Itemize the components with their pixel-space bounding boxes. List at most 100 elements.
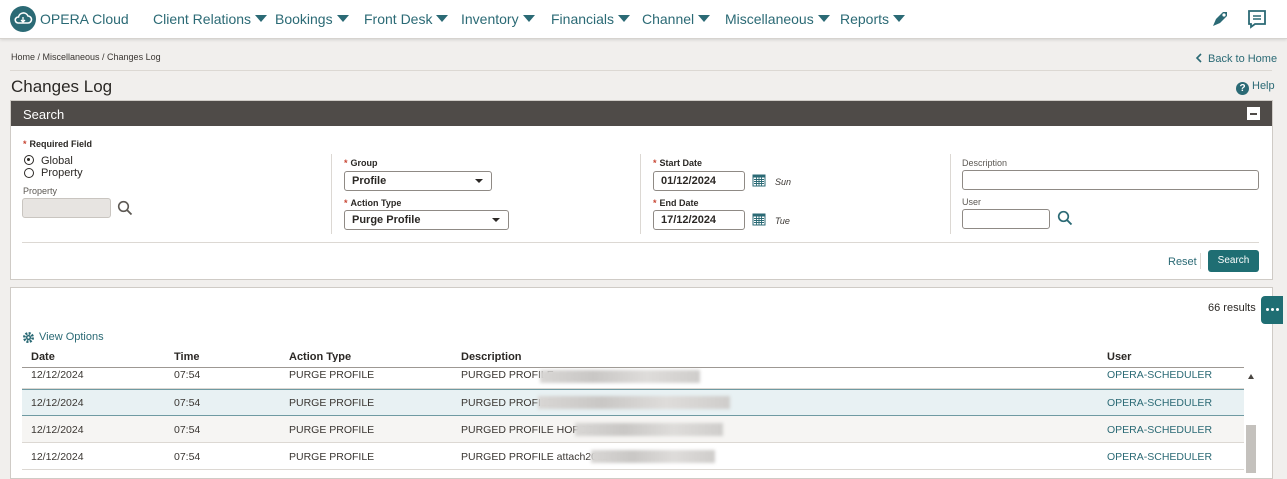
user-label: User bbox=[962, 197, 982, 207]
cell-action-type: PURGE PROFILE bbox=[289, 451, 375, 463]
calendar-icon[interactable] bbox=[752, 212, 766, 226]
end-date-input[interactable]: 17/12/2024 bbox=[653, 210, 745, 230]
divider bbox=[22, 242, 1259, 243]
menu-label: Channel bbox=[642, 11, 695, 27]
menu-miscellaneous[interactable]: Miscellaneous bbox=[725, 11, 830, 27]
divider bbox=[10, 70, 1272, 71]
help-link[interactable]: ? Help bbox=[1236, 80, 1275, 95]
search-button[interactable]: Search bbox=[1208, 250, 1259, 272]
group-label-text: Group bbox=[350, 158, 378, 168]
column-divider bbox=[640, 154, 641, 234]
cell-user[interactable]: OPERA-SCHEDULER bbox=[1107, 424, 1212, 436]
back-to-home-link[interactable]: Back to Home bbox=[1195, 53, 1277, 65]
property-input bbox=[22, 198, 111, 218]
menu-financials[interactable]: Financials bbox=[551, 11, 631, 27]
required-asterisk: * bbox=[653, 158, 657, 168]
redacted-text bbox=[591, 450, 715, 463]
cell-time: 07:54 bbox=[174, 451, 201, 463]
chevron-down-icon[interactable] bbox=[475, 179, 483, 183]
end-date-label: * End Date bbox=[653, 198, 699, 208]
cell-time: 07:54 bbox=[174, 369, 201, 381]
cloud-icon bbox=[14, 12, 33, 24]
cell-action-type: PURGE PROFILE bbox=[289, 424, 375, 436]
menu-label: Reports bbox=[840, 11, 890, 27]
radio-global-label[interactable]: Global bbox=[41, 155, 73, 167]
rocket-tag-icon[interactable] bbox=[1209, 8, 1231, 30]
property-label: Property bbox=[23, 186, 58, 196]
cell-date: 12/12/2024 bbox=[31, 369, 84, 381]
cell-time: 07:54 bbox=[174, 424, 201, 436]
end-day: Tue bbox=[775, 216, 790, 226]
column-divider bbox=[950, 154, 951, 234]
view-options-link[interactable]: View Options bbox=[39, 331, 104, 343]
menu-reports[interactable]: Reports bbox=[840, 11, 906, 27]
menu-channel[interactable]: Channel bbox=[642, 11, 711, 27]
more-dot bbox=[1271, 308, 1274, 311]
chevron-down-icon bbox=[255, 15, 268, 22]
collapse-icon[interactable] bbox=[1247, 107, 1260, 120]
calendar-icon[interactable] bbox=[752, 173, 766, 187]
action-type-label-text: Action Type bbox=[350, 198, 402, 208]
group-label: * Group bbox=[344, 158, 378, 168]
scroll-up-icon[interactable] bbox=[1248, 374, 1254, 379]
required-field-note: * Required Field bbox=[23, 139, 92, 149]
help-label: Help bbox=[1252, 80, 1275, 92]
breadcrumb[interactable]: Home / Miscellaneous / Changes Log bbox=[11, 52, 161, 62]
messages-icon[interactable] bbox=[1246, 8, 1268, 30]
cell-description: PURGED PROFILE attach2011 bbox=[461, 451, 608, 463]
cell-action-type: PURGE PROFILE bbox=[289, 369, 375, 381]
group-select-value: Profile bbox=[352, 175, 387, 187]
action-type-select[interactable]: Purge Profile bbox=[344, 210, 509, 230]
chevron-down-icon bbox=[522, 15, 535, 22]
menu-front-desk[interactable]: Front Desk bbox=[364, 11, 449, 27]
start-date-label-text: Start Date bbox=[659, 158, 703, 168]
top-navigation-bar: OPERA Cloud Client Relations Bookings Fr… bbox=[0, 0, 1287, 39]
start-date-label: * Start Date bbox=[653, 158, 702, 168]
required-asterisk: * bbox=[653, 198, 657, 208]
gear-icon[interactable] bbox=[22, 331, 35, 344]
search-panel-header: Search bbox=[11, 101, 1272, 126]
chevron-left-icon bbox=[1195, 53, 1202, 63]
redacted-text bbox=[538, 396, 730, 409]
radio-global[interactable] bbox=[24, 155, 34, 165]
menu-label: Miscellaneous bbox=[725, 11, 814, 27]
chevron-down-icon bbox=[436, 15, 449, 22]
app-title[interactable]: OPERA Cloud bbox=[40, 11, 129, 27]
start-date-input[interactable]: 01/12/2024 bbox=[653, 171, 745, 191]
search-icon[interactable] bbox=[117, 200, 133, 216]
cell-date: 12/12/2024 bbox=[31, 397, 84, 409]
required-asterisk: * bbox=[23, 139, 27, 149]
menu-label: Financials bbox=[551, 11, 615, 27]
redacted-text bbox=[575, 423, 723, 436]
menu-client-relations[interactable]: Client Relations bbox=[153, 11, 268, 27]
menu-bookings[interactable]: Bookings bbox=[275, 11, 349, 27]
opera-cloud-logo-icon[interactable] bbox=[10, 6, 36, 32]
chevron-down-icon bbox=[817, 15, 830, 22]
cell-action-type: PURGE PROFILE bbox=[289, 397, 375, 409]
column-divider bbox=[331, 154, 332, 234]
results-count: 66 results bbox=[1208, 302, 1256, 314]
search-icon[interactable] bbox=[1057, 210, 1073, 226]
end-date-label-text: End Date bbox=[659, 198, 699, 208]
menu-inventory[interactable]: Inventory bbox=[461, 11, 535, 27]
side-panel-toggle[interactable] bbox=[1261, 296, 1283, 324]
radio-property-label[interactable]: Property bbox=[41, 167, 83, 179]
group-select[interactable]: Profile bbox=[344, 171, 492, 191]
cell-user[interactable]: OPERA-SCHEDULER bbox=[1107, 451, 1212, 463]
menu-label: Front Desk bbox=[364, 11, 433, 27]
description-input[interactable] bbox=[962, 170, 1259, 190]
menu-label: Client Relations bbox=[153, 11, 252, 27]
more-dot bbox=[1266, 308, 1269, 311]
back-label: Back to Home bbox=[1208, 53, 1278, 65]
more-dot bbox=[1276, 308, 1279, 311]
user-input[interactable] bbox=[962, 209, 1050, 229]
cell-user[interactable]: OPERA-SCHEDULER bbox=[1107, 369, 1212, 381]
cell-user[interactable]: OPERA-SCHEDULER bbox=[1107, 397, 1212, 409]
chevron-down-icon bbox=[618, 15, 631, 22]
reset-link[interactable]: Reset bbox=[1168, 256, 1197, 268]
chevron-down-icon[interactable] bbox=[492, 218, 500, 222]
menu-label: Inventory bbox=[461, 11, 519, 27]
radio-property[interactable] bbox=[24, 168, 34, 178]
scroll-thumb[interactable] bbox=[1246, 425, 1256, 473]
page-title: Changes Log bbox=[11, 77, 113, 96]
